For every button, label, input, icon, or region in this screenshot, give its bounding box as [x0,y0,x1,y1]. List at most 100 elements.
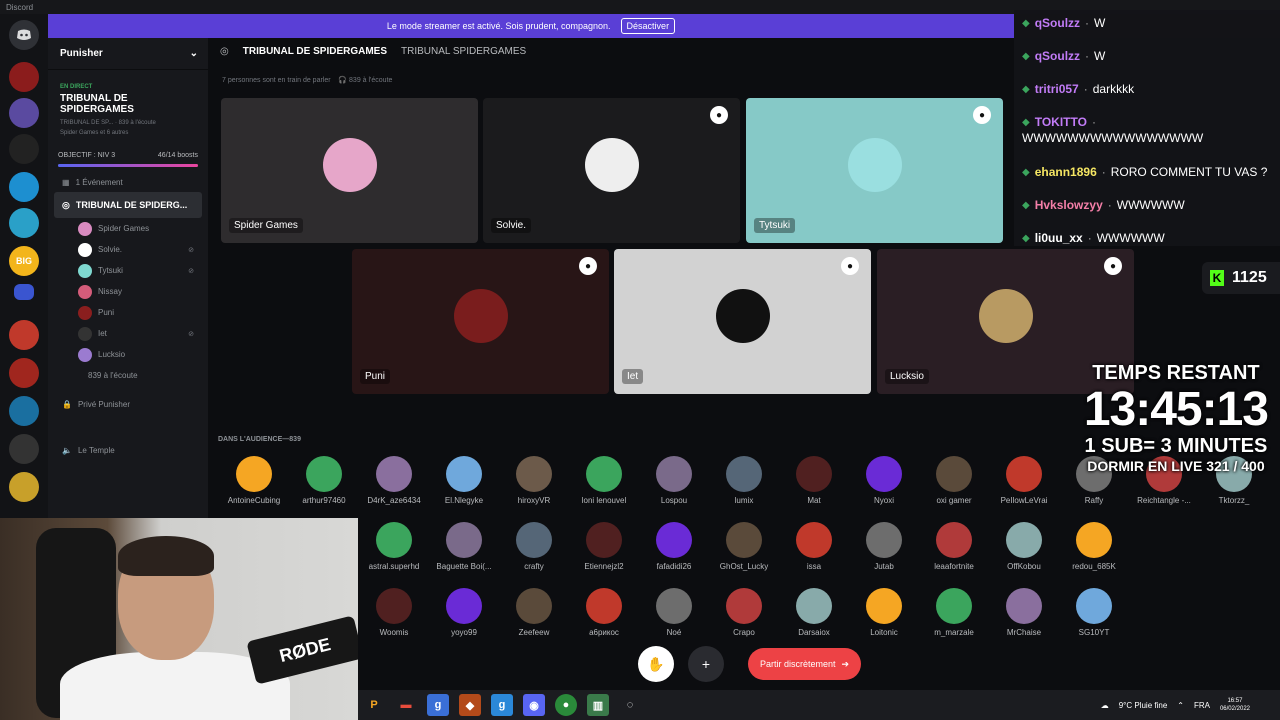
audience-member[interactable]: Baguette Boi(... [434,522,494,582]
chevron-up-icon[interactable]: ⌃ [1177,701,1184,710]
voice-member[interactable]: Tytsuki ⊘ [48,260,208,281]
boost-goal[interactable]: OBJECTIF : NIV 3 46/14 boosts [58,152,198,159]
audience-member[interactable]: loni lenouvel [574,456,634,516]
audience-member[interactable]: PeIlowLeVrai [994,456,1054,516]
voice-member[interactable]: Iet ⊘ [48,323,208,344]
voice-member[interactable]: Solvie. ⊘ [48,239,208,260]
audience-member[interactable]: MrChaise [994,588,1054,648]
stream-watch-icon[interactable]: ● [841,257,859,275]
audience-member[interactable]: Woomis [364,588,424,648]
server-icon[interactable] [9,134,39,164]
avatar [726,588,762,624]
audience-member[interactable]: astral.superhd [364,522,424,582]
speaker-tile[interactable]: Iet ● [614,249,871,394]
audience-member[interactable]: arthur97460 [294,456,354,516]
speaker-tile[interactable]: Tytsuki ● [746,98,1003,243]
audience-member[interactable]: Jutab [854,522,914,582]
audience-member[interactable]: Etiennejzl2 [574,522,634,582]
leave-quietly-button[interactable]: Partir discrètement ➔ [748,648,862,680]
avatar [516,522,552,558]
avatar [516,456,552,492]
server-list: BIG [0,14,48,518]
audience-member[interactable]: oxi gamer [924,456,984,516]
audience-member[interactable]: leaafortnite [924,522,984,582]
audience-member[interactable]: Nyoxi [854,456,914,516]
invite-button[interactable]: + [688,646,724,682]
audience-member[interactable]: Lospou [644,456,704,516]
channel-temple[interactable]: 🔈 Le Temple [48,440,208,460]
app-icon[interactable]: ▥ [587,694,609,716]
stream-watch-icon[interactable]: ● [1104,257,1122,275]
server-icon[interactable] [9,320,39,350]
discord-taskbar-icon[interactable]: ◉ [523,694,545,716]
server-icon[interactable] [9,472,39,502]
audience-member-name: redou_685K [1072,562,1116,571]
app-icon[interactable]: P [363,694,385,716]
server-header[interactable]: Punisher ⌄ [48,38,208,70]
server-icon[interactable] [9,358,39,388]
server-icon[interactable] [9,98,39,128]
audience-member[interactable]: D4rK_aze6434 [364,456,424,516]
stream-watch-icon[interactable]: ● [973,106,991,124]
audience-member[interactable]: hiroxyVR [504,456,564,516]
audience-member[interactable]: issa [784,522,844,582]
obs-icon[interactable]: ◌ [619,694,641,716]
audience-member[interactable]: redou_685K [1064,522,1124,582]
events-item[interactable]: ▦ 1 Événement [48,172,208,192]
voice-member[interactable]: Spider Games [48,218,208,239]
headphones-icon: 🎧 [338,77,348,84]
avatar [586,522,622,558]
speaker-tile[interactable]: Spider Games [221,98,478,243]
chat-text: W [1094,49,1106,63]
voice-member[interactable]: Puni [48,302,208,323]
clock[interactable]: 16:57 06/02/2022 [1220,697,1250,713]
discord-home-icon[interactable] [9,20,39,50]
audience-member[interactable]: AntoineCubing [224,456,284,516]
audience-member[interactable]: a6pикос [574,588,634,648]
raise-hand-button[interactable]: ✋ [638,646,674,682]
server-icon[interactable]: BIG [9,246,39,276]
disable-streamer-mode-button[interactable]: Désactiver [620,18,676,34]
speaker-tile[interactable]: Puni ● [352,249,609,394]
speaker-tile[interactable]: Solvie. ● [483,98,740,243]
app-icon[interactable]: ▬ [395,694,417,716]
language-indicator[interactable]: FRA [1194,701,1210,710]
audience-member[interactable]: OffKobou [994,522,1054,582]
server-icon[interactable] [9,434,39,464]
audience-member[interactable]: crafty [504,522,564,582]
app-icon[interactable]: g [491,694,513,716]
stage-channel-active[interactable]: ◎ TRIBUNAL DE SPIDERG... [54,192,202,218]
audience-member[interactable]: m_marzale [924,588,984,648]
stream-watch-icon[interactable]: ● [710,106,728,124]
server-name: Punisher [60,48,103,59]
audience-member-name: El.Nlegyke [444,496,484,505]
app-icon[interactable]: g [427,694,449,716]
app-icon[interactable]: ◆ [459,694,481,716]
server-icon[interactable] [9,62,39,92]
folder-icon[interactable] [14,284,34,300]
avatar [586,456,622,492]
audience-member[interactable]: Mat [784,456,844,516]
audience-member[interactable]: Loitonic [854,588,914,648]
channel-private[interactable]: 🔒 Privé Punisher [48,394,208,414]
audience-member[interactable]: El.Nlegyke [434,456,494,516]
audience-member[interactable]: yoyo99 [434,588,494,648]
stream-watch-icon[interactable]: ● [579,257,597,275]
audience-member[interactable]: Darsaiox [784,588,844,648]
audience-member[interactable]: Zeefeew [504,588,564,648]
audience-member[interactable]: lumix [714,456,774,516]
audience-member[interactable]: Crapo [714,588,774,648]
live-stage-card[interactable]: EN DIRECT TRIBUNAL DE SPIDERGAMES TRIBUN… [56,78,200,144]
voice-member[interactable]: Nissay [48,281,208,302]
server-icon[interactable] [9,172,39,202]
audience-member[interactable]: SG10YT [1064,588,1124,648]
audience-member[interactable]: GhOst_Lucky [714,522,774,582]
audience-member[interactable]: Noé [644,588,704,648]
avatar [584,137,639,192]
server-icon[interactable] [9,396,39,426]
chrome-icon[interactable]: ● [555,694,577,716]
voice-member[interactable]: Lucksio [48,344,208,365]
server-icon[interactable] [9,208,39,238]
avatar [866,588,902,624]
audience-member[interactable]: fafadidi26 [644,522,704,582]
